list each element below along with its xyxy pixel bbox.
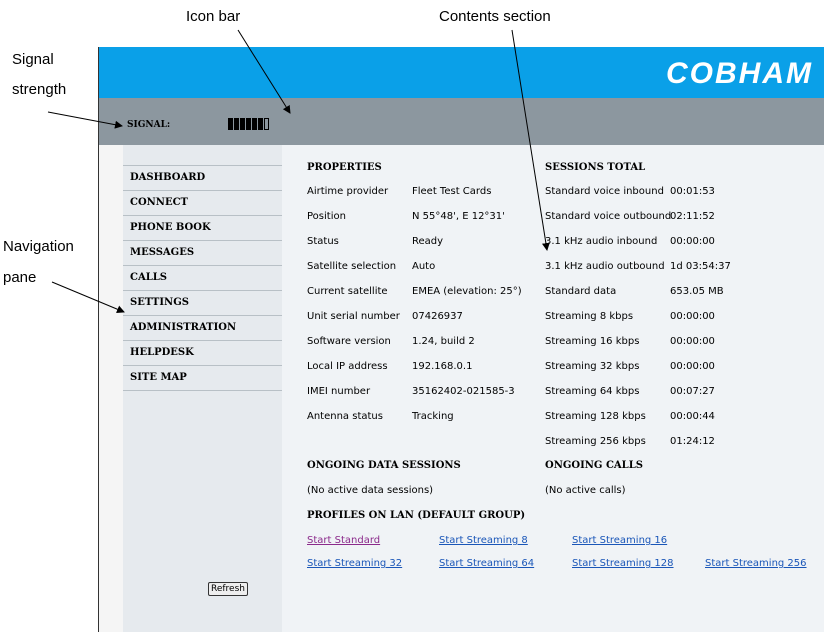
session-value: 01:24:12 xyxy=(670,436,715,447)
nav-item-administration[interactable]: ADMINISTRATION xyxy=(123,316,282,341)
property-value: EMEA (elevation: 25°) xyxy=(412,286,522,297)
signal-strength-indicator xyxy=(228,118,269,130)
property-value: Ready xyxy=(412,236,444,247)
session-value: 00:07:27 xyxy=(670,386,715,397)
session-label: 3.1 kHz audio outbound xyxy=(545,261,665,272)
signal-bar xyxy=(234,118,239,130)
session-label: Streaming 8 kbps xyxy=(545,311,634,322)
session-value: 00:00:00 xyxy=(670,311,715,322)
session-label: Standard voice inbound xyxy=(545,186,664,197)
signal-bar xyxy=(258,118,263,130)
property-label: Antenna status xyxy=(307,411,383,422)
navigation-pane: DASHBOARD CONNECT PHONE BOOK MESSAGES CALLS S… xyxy=(123,165,282,391)
nav-item-connect[interactable]: CONNECT xyxy=(123,191,282,216)
nav-item-dashboard[interactable]: DASHBOARD xyxy=(123,166,282,191)
callout-navigation-pane-line2: pane xyxy=(3,269,37,286)
nav-item-phone-book[interactable]: PHONE BOOK xyxy=(123,216,282,241)
profile-link-start-streaming-8[interactable]: Start Streaming 8 xyxy=(439,535,528,546)
session-label: 3.1 kHz audio inbound xyxy=(545,236,658,247)
profile-link-start-streaming-256[interactable]: Start Streaming 256 xyxy=(705,558,807,569)
profile-link-start-streaming-64[interactable]: Start Streaming 64 xyxy=(439,558,534,569)
signal-bar xyxy=(252,118,257,130)
profiles-on-lan-title: PROFILES ON LAN (DEFAULT GROUP) xyxy=(307,510,526,521)
nav-item-messages[interactable]: MESSAGES xyxy=(123,241,282,266)
session-value: 00:00:00 xyxy=(670,361,715,372)
property-label: IMEI number xyxy=(307,386,371,397)
nav-item-settings[interactable]: SETTINGS xyxy=(123,291,282,316)
ongoing-data-sessions-text: (No active data sessions) xyxy=(307,485,434,496)
callout-icon-bar: Icon bar xyxy=(186,8,241,25)
ongoing-calls-title: ONGOING CALLS xyxy=(545,460,643,471)
property-label: Current satellite xyxy=(307,286,388,297)
signal-bar xyxy=(246,118,251,130)
property-label: Satellite selection xyxy=(307,261,397,272)
header-bar: COBHAM xyxy=(99,47,824,98)
session-label: Streaming 16 kbps xyxy=(545,336,640,347)
ongoing-calls-text: (No active calls) xyxy=(545,485,626,496)
session-value: 02:11:52 xyxy=(670,211,715,222)
signal-label: SIGNAL: xyxy=(127,120,171,130)
property-label: Unit serial number xyxy=(307,311,400,322)
cobham-logo: COBHAM xyxy=(666,57,813,90)
property-label: Local IP address xyxy=(307,361,388,372)
properties-title: PROPERTIES xyxy=(307,162,382,173)
signal-bar xyxy=(264,118,269,130)
session-label: Standard voice outbound xyxy=(545,211,672,222)
profile-link-start-streaming-32[interactable]: Start Streaming 32 xyxy=(307,558,402,569)
property-value: 35162402-021585-3 xyxy=(412,386,515,397)
signal-bar xyxy=(228,118,233,130)
property-label: Software version xyxy=(307,336,391,347)
profile-link-start-standard[interactable]: Start Standard xyxy=(307,535,380,546)
property-label: Position xyxy=(307,211,346,222)
session-value: 1d 03:54:37 xyxy=(670,261,731,272)
nav-item-calls[interactable]: CALLS xyxy=(123,266,282,291)
session-label: Streaming 256 kbps xyxy=(545,436,646,447)
property-value: N 55°48', E 12°31' xyxy=(412,211,505,222)
icon-bar: SIGNAL: xyxy=(99,98,824,145)
session-label: Streaming 32 kbps xyxy=(545,361,640,372)
session-value: 00:00:00 xyxy=(670,336,715,347)
property-value: Auto xyxy=(412,261,436,272)
property-value: Tracking xyxy=(412,411,454,422)
signal-bar xyxy=(240,118,245,130)
property-value: 1.24, build 2 xyxy=(412,336,475,347)
session-label: Standard data xyxy=(545,286,617,297)
property-value: Fleet Test Cards xyxy=(412,186,492,197)
callout-contents-section: Contents section xyxy=(439,8,551,25)
property-label: Airtime provider xyxy=(307,186,389,197)
ongoing-data-sessions-title: ONGOING DATA SESSIONS xyxy=(307,460,461,471)
property-value: 192.168.0.1 xyxy=(412,361,473,372)
callout-signal-strength-line2: strength xyxy=(12,81,67,98)
session-value: 653.05 MB xyxy=(670,286,724,297)
session-value: 00:00:00 xyxy=(670,236,715,247)
session-label: Streaming 64 kbps xyxy=(545,386,640,397)
profile-link-start-streaming-16[interactable]: Start Streaming 16 xyxy=(572,535,667,546)
sessions-total-title: SESSIONS TOTAL xyxy=(545,162,646,173)
session-label: Streaming 128 kbps xyxy=(545,411,646,422)
refresh-button[interactable]: Refresh xyxy=(208,582,248,596)
session-value: 00:00:44 xyxy=(670,411,715,422)
profile-link-start-streaming-128[interactable]: Start Streaming 128 xyxy=(572,558,674,569)
property-value: 07426937 xyxy=(412,311,463,322)
nav-item-site-map[interactable]: SITE MAP xyxy=(123,366,282,391)
nav-item-helpdesk[interactable]: HELPDESK xyxy=(123,341,282,366)
session-value: 00:01:53 xyxy=(670,186,715,197)
callout-navigation-pane-line1: Navigation xyxy=(3,238,74,255)
property-label: Status xyxy=(307,236,339,247)
callout-signal-strength-line1: Signal xyxy=(12,51,54,68)
